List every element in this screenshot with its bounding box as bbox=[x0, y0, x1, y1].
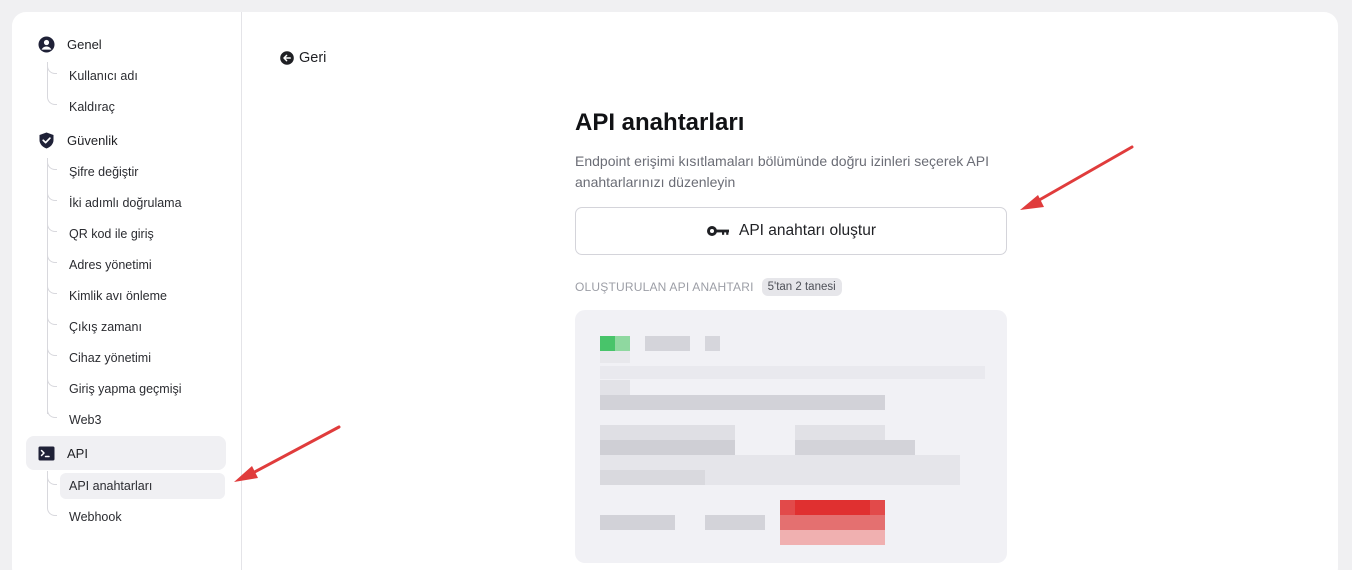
tree-branch bbox=[47, 95, 57, 105]
tree-branch bbox=[47, 408, 57, 418]
settings-card: Genel Kullanıcı adı Kaldıraç Güvenlik Şi… bbox=[12, 12, 1338, 570]
sidebar-item-api-keys[interactable]: API anahtarları bbox=[60, 473, 225, 499]
sidebar-section-label: Genel bbox=[67, 36, 102, 52]
created-keys-label: OLUŞTURULAN API ANAHTARI bbox=[575, 280, 754, 294]
tree-branch bbox=[47, 191, 57, 201]
redacted-block bbox=[600, 440, 735, 455]
create-api-key-label: API anahtarı oluştur bbox=[739, 222, 876, 239]
redacted-block bbox=[705, 336, 720, 351]
tree-branch bbox=[47, 253, 57, 263]
redacted-block bbox=[600, 366, 985, 379]
sidebar-item-logout-time[interactable]: Çıkış zamanı bbox=[60, 314, 225, 340]
redacted-block bbox=[780, 530, 885, 545]
user-circle-icon bbox=[38, 36, 55, 53]
tree-branch bbox=[47, 346, 57, 356]
key-icon bbox=[706, 224, 730, 238]
sidebar-item-web3[interactable]: Web3 bbox=[60, 407, 225, 433]
sidebar-item-login-history[interactable]: Giriş yapma geçmişi bbox=[60, 376, 225, 402]
redacted-block bbox=[600, 515, 675, 530]
redacted-block bbox=[705, 515, 765, 530]
tree-branch bbox=[47, 315, 57, 325]
redacted-block bbox=[600, 425, 735, 440]
redacted-block bbox=[795, 440, 915, 455]
sidebar-section-security[interactable]: Güvenlik bbox=[26, 123, 226, 157]
redacted-block bbox=[795, 425, 885, 440]
redacted-block bbox=[600, 351, 630, 363]
sidebar-item-address-management[interactable]: Adres yönetimi bbox=[60, 252, 225, 278]
sidebar-item-qr-login[interactable]: QR kod ile giriş bbox=[60, 221, 225, 247]
sidebar-item-username[interactable]: Kullanıcı adı bbox=[60, 63, 225, 89]
tree-branch bbox=[47, 222, 57, 232]
create-api-key-button[interactable]: API anahtarı oluştur bbox=[575, 207, 1007, 255]
sidebar-section-label: API bbox=[67, 445, 88, 461]
sidebar-item-two-factor[interactable]: İki adımlı doğrulama bbox=[60, 190, 225, 216]
tree-branch bbox=[47, 64, 57, 74]
back-button[interactable]: Geri bbox=[280, 50, 326, 66]
tree-branch bbox=[47, 475, 57, 485]
redacted-block bbox=[615, 336, 630, 351]
shield-check-icon bbox=[38, 132, 55, 149]
page-title: API anahtarları bbox=[575, 109, 745, 136]
tree-branch bbox=[47, 160, 57, 170]
arrow-left-circle-icon bbox=[280, 51, 294, 65]
sidebar-section-api[interactable]: API bbox=[26, 436, 226, 470]
back-label: Geri bbox=[299, 50, 327, 66]
redacted-block bbox=[600, 380, 630, 395]
keys-count-badge: 5'tan 2 tanesi bbox=[761, 278, 842, 296]
terminal-icon bbox=[38, 445, 55, 462]
sidebar-item-anti-phishing[interactable]: Kimlik avı önleme bbox=[60, 283, 225, 309]
redacted-block bbox=[600, 395, 885, 410]
sidebar-item-device-management[interactable]: Cihaz yönetimi bbox=[60, 345, 225, 371]
sidebar-item-webhook[interactable]: Webhook bbox=[60, 504, 225, 530]
created-keys-header: OLUŞTURULAN API ANAHTARI 5'tan 2 tanesi bbox=[575, 278, 842, 296]
redacted-block bbox=[645, 336, 690, 351]
tree-branch bbox=[47, 284, 57, 294]
sidebar-item-leverage[interactable]: Kaldıraç bbox=[60, 94, 225, 120]
sidebar-item-change-password[interactable]: Şifre değiştir bbox=[60, 159, 225, 185]
redacted-block bbox=[795, 500, 870, 515]
api-key-card-redacted bbox=[575, 310, 1007, 563]
redacted-block bbox=[600, 470, 705, 485]
tree-branch bbox=[47, 377, 57, 387]
redacted-block bbox=[600, 336, 615, 351]
sidebar-section-general[interactable]: Genel bbox=[26, 27, 226, 61]
page-description: Endpoint erişimi kısıtlamaları bölümünde… bbox=[575, 153, 989, 190]
sidebar-section-label: Güvenlik bbox=[67, 132, 118, 148]
settings-sidebar: Genel Kullanıcı adı Kaldıraç Güvenlik Şi… bbox=[12, 12, 242, 570]
tree-branch bbox=[47, 506, 57, 516]
redacted-block bbox=[780, 515, 885, 530]
